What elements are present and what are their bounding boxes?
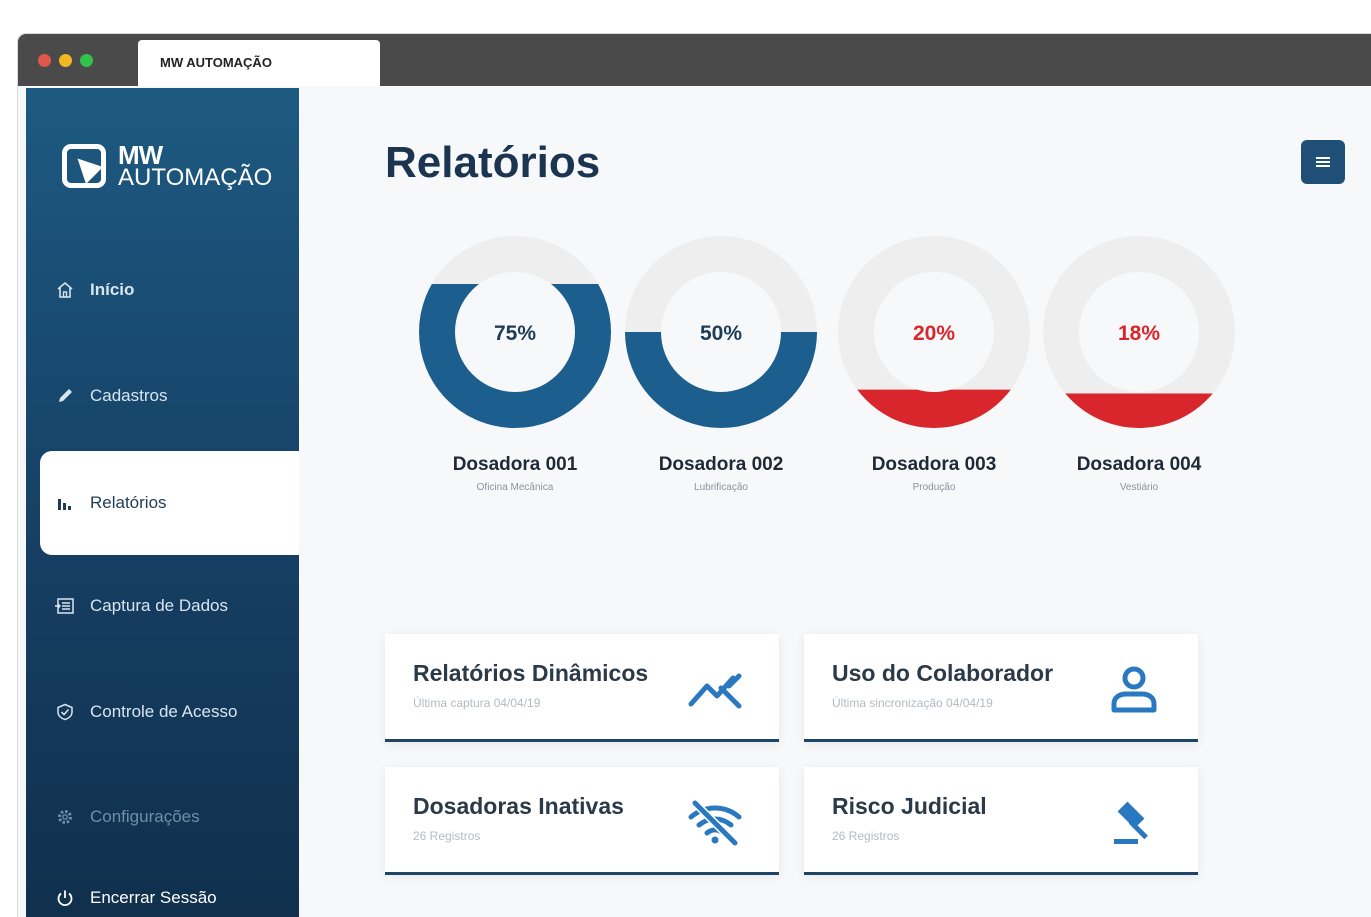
donut-chart: 50% <box>625 236 817 428</box>
page-title: Relatórios <box>385 138 601 187</box>
card-relatorios-dinamicos[interactable]: Relatórios Dinâmicos Última captura 04/0… <box>385 634 779 742</box>
pencil-icon <box>54 385 76 407</box>
hamburger-icon <box>1316 157 1330 167</box>
gauge-dosadora-004[interactable]: 18% Dosadora 004 Vestiário <box>1039 232 1239 512</box>
card-subtitle: Última sincronização 04/04/19 <box>832 696 993 710</box>
logo-line-2: AUTOMAÇÃO <box>118 164 273 191</box>
wifi-off-icon <box>688 800 742 846</box>
card-subtitle: 26 Registros <box>413 829 481 843</box>
user-icon <box>1111 666 1157 713</box>
sidebar-item-label: Configurações <box>90 807 200 826</box>
close-window-button[interactable] <box>38 54 51 67</box>
card-title: Uso do Colaborador <box>832 660 1054 686</box>
sidebar-item-captura-de-dados[interactable]: Captura de Dados <box>26 554 299 658</box>
card-title: Dosadoras Inativas <box>413 793 624 819</box>
gauge-percent: 75% <box>494 322 536 345</box>
browser-tab[interactable]: MW AUTOMAÇÃO <box>138 40 380 86</box>
sidebar-item-encerrar-sessao[interactable]: Encerrar Sessão <box>26 848 299 917</box>
gauge-percent: 18% <box>1118 322 1160 345</box>
sidebar-item-label: Início <box>90 280 135 299</box>
card-title: Relatórios Dinâmicos <box>413 660 649 686</box>
data-capture-icon <box>54 595 76 617</box>
title-bar: MW AUTOMAÇÃO <box>18 34 1371 86</box>
sidebar-item-label: Relatórios <box>90 493 167 512</box>
gauge-location: Vestiário <box>1119 482 1159 493</box>
gauge-dosadora-003[interactable]: 20% Dosadora 003 Produção <box>834 232 1034 512</box>
donut-chart: 20% <box>838 236 1030 428</box>
gauge-name: Dosadora 002 <box>658 454 784 475</box>
logo-mark-icon <box>62 144 106 188</box>
minimize-window-button[interactable] <box>59 54 72 67</box>
card-subtitle: Última captura 04/04/19 <box>413 696 541 710</box>
sidebar-item-label: Controle de Acesso <box>90 702 238 721</box>
gauge-location: Produção <box>912 482 956 493</box>
gauge-name: Dosadora 003 <box>871 454 997 475</box>
gauge-percent: 50% <box>700 322 742 345</box>
sidebar-item-controle-de-acesso[interactable]: Controle de Acesso <box>26 660 299 764</box>
sidebar-item-label: Captura de Dados <box>90 596 228 615</box>
menu-button[interactable] <box>1301 140 1345 184</box>
maximize-window-button[interactable] <box>80 54 93 67</box>
browser-window: MW AUTOMAÇÃO MW AUTOMAÇÃO Início Cadastr… <box>18 34 1371 917</box>
gauge-location: Oficina Mecânica <box>476 482 554 493</box>
power-icon <box>54 887 76 909</box>
card-risco-judicial[interactable]: Risco Judicial 26 Registros <box>804 767 1198 875</box>
sidebar-item-cadastros[interactable]: Cadastros <box>26 344 299 448</box>
gauge-name: Dosadora 001 <box>452 454 578 475</box>
gauge-name: Dosadora 004 <box>1076 454 1202 475</box>
sidebar-item-relatorios[interactable]: Relatórios <box>40 451 299 555</box>
gauge-dosadora-002[interactable]: 50% Dosadora 002 Lubrificação <box>621 232 821 512</box>
sidebar-item-inicio[interactable]: Início <box>26 238 299 342</box>
bar-chart-icon <box>54 492 76 514</box>
sidebar-item-label: Cadastros <box>90 386 168 405</box>
app-logo[interactable]: MW AUTOMAÇÃO <box>62 140 272 192</box>
shield-icon <box>54 701 76 723</box>
gauge-location: Lubrificação <box>694 482 748 493</box>
card-dosadoras-inativas[interactable]: Dosadoras Inativas 26 Registros <box>385 767 779 875</box>
sidebar-item-label: Encerrar Sessão <box>90 888 217 907</box>
donut-chart: 18% <box>1043 236 1235 428</box>
card-subtitle: 26 Registros <box>832 829 900 843</box>
trend-icon <box>688 673 742 709</box>
card-uso-do-colaborador[interactable]: Uso do Colaborador Última sincronização … <box>804 634 1198 742</box>
gavel-icon <box>1114 801 1148 844</box>
gauge-dosadora-001[interactable]: 75% Dosadora 001 Oficina Mecânica <box>415 232 615 512</box>
home-icon <box>54 279 76 301</box>
gauge-percent: 20% <box>913 322 955 345</box>
card-title: Risco Judicial <box>832 793 987 819</box>
gear-icon <box>54 806 76 828</box>
donut-chart: 75% <box>419 236 611 428</box>
sidebar: MW AUTOMAÇÃO Início Cadastros Relatórios <box>26 88 299 917</box>
